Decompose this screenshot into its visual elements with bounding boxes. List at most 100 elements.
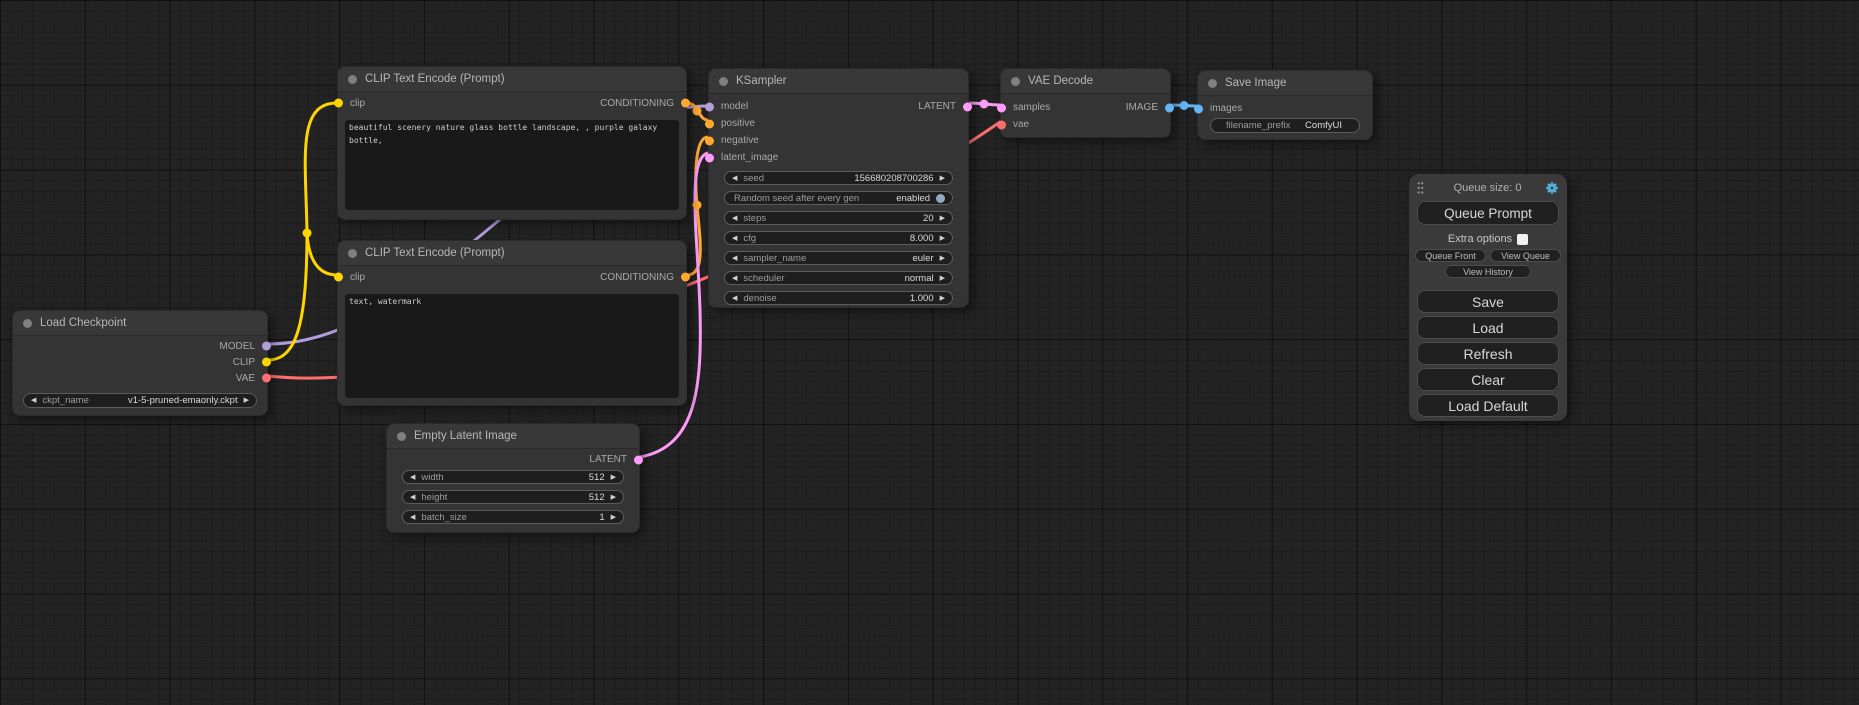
input-port-clip[interactable] xyxy=(334,99,343,108)
view-queue-button[interactable]: View Queue xyxy=(1490,249,1561,262)
input-label-clip: clip xyxy=(350,272,365,283)
extra-options-checkbox[interactable] xyxy=(1517,234,1528,245)
collapse-dot-icon[interactable] xyxy=(348,249,357,258)
input-port-latent-image[interactable] xyxy=(705,153,714,162)
decrement-arrow-icon[interactable]: ◀ xyxy=(410,494,415,501)
decrement-arrow-icon[interactable]: ◀ xyxy=(732,235,737,242)
widget-filename-prefix[interactable]: filename_prefix ComfyUI xyxy=(1210,118,1360,133)
output-port-vae[interactable] xyxy=(262,374,271,383)
widget-denoise[interactable]: ◀ denoise 1.000 ▶ xyxy=(724,291,953,305)
widget-batch-size[interactable]: ◀ batch_size 1 ▶ xyxy=(402,510,624,524)
node-load-checkpoint[interactable]: Load Checkpoint MODEL CLIP VAE ◀ ckpt_na… xyxy=(12,310,268,416)
increment-arrow-icon[interactable]: ▶ xyxy=(940,175,945,182)
input-port-vae[interactable] xyxy=(997,120,1006,129)
widget-value: euler xyxy=(912,253,933,264)
widget-label: sampler_name xyxy=(743,253,912,264)
widget-label: width xyxy=(421,472,588,483)
queue-front-button[interactable]: Queue Front xyxy=(1415,249,1486,262)
node-ksampler[interactable]: KSampler model LATENT positive negative … xyxy=(708,68,969,308)
node-save-image[interactable]: Save Image images filename_prefix ComfyU… xyxy=(1197,70,1373,140)
increment-arrow-icon[interactable]: ▶ xyxy=(940,235,945,242)
input-port-images[interactable] xyxy=(1194,104,1203,113)
widget-height[interactable]: ◀ height 512 ▶ xyxy=(402,490,624,504)
node-title-bar[interactable]: VAE Decode xyxy=(1001,69,1170,94)
widget-seed[interactable]: ◀ seed 156680208700286 ▶ xyxy=(724,171,953,185)
decrement-arrow-icon[interactable]: ◀ xyxy=(410,474,415,481)
increment-arrow-icon[interactable]: ▶ xyxy=(940,215,945,222)
output-label-image: IMAGE xyxy=(1126,102,1158,113)
widget-label: denoise xyxy=(743,293,909,304)
widget-ckpt-name[interactable]: ◀ ckpt_name v1-5-pruned-emaonly.ckpt ▶ xyxy=(23,393,257,408)
clear-button[interactable]: Clear xyxy=(1417,368,1559,391)
load-button[interactable]: Load xyxy=(1417,316,1559,339)
decrement-arrow-icon[interactable]: ◀ xyxy=(732,255,737,262)
increment-arrow-icon[interactable]: ▶ xyxy=(611,514,616,521)
input-label-positive: positive xyxy=(721,118,755,129)
widget-cfg[interactable]: ◀ cfg 8.000 ▶ xyxy=(724,231,953,245)
save-button[interactable]: Save xyxy=(1417,290,1559,313)
output-port-image[interactable] xyxy=(1165,103,1174,112)
node-title-bar[interactable]: Load Checkpoint xyxy=(13,311,267,336)
output-port-conditioning[interactable] xyxy=(681,273,690,282)
widget-value: 512 xyxy=(589,472,605,483)
refresh-button[interactable]: Refresh xyxy=(1417,342,1559,365)
node-clip-text-encode-positive[interactable]: CLIP Text Encode (Prompt) clip CONDITION… xyxy=(337,66,687,220)
widget-scheduler[interactable]: ◀ scheduler normal ▶ xyxy=(724,271,953,285)
collapse-dot-icon[interactable] xyxy=(1208,79,1217,88)
output-label-model: MODEL xyxy=(219,341,255,352)
output-port-latent[interactable] xyxy=(963,102,972,111)
output-port-latent[interactable] xyxy=(634,455,643,464)
collapse-dot-icon[interactable] xyxy=(719,77,728,86)
link-clip-trunk xyxy=(268,233,307,360)
input-port-samples[interactable] xyxy=(997,103,1006,112)
output-port-model[interactable] xyxy=(262,342,271,351)
widget-sampler-name[interactable]: ◀ sampler_name euler ▶ xyxy=(724,251,953,265)
widget-label: Random seed after every gen xyxy=(734,193,896,204)
decrement-arrow-icon[interactable]: ◀ xyxy=(732,275,737,282)
widget-value: v1-5-pruned-emaonly.ckpt xyxy=(128,395,238,406)
output-port-clip[interactable] xyxy=(262,358,271,367)
widget-value: 156680208700286 xyxy=(854,173,933,184)
node-title: Empty Latent Image xyxy=(414,430,517,442)
widget-width[interactable]: ◀ width 512 ▶ xyxy=(402,470,624,484)
increment-arrow-icon[interactable]: ▶ xyxy=(940,255,945,262)
prompt-text-input[interactable]: beautiful scenery nature glass bottle la… xyxy=(345,120,679,210)
prompt-text-input[interactable]: text, watermark xyxy=(345,294,679,398)
node-title-bar[interactable]: CLIP Text Encode (Prompt) xyxy=(338,241,686,266)
collapse-dot-icon[interactable] xyxy=(1011,77,1020,86)
link-clip-to-negative-encoder xyxy=(307,233,337,275)
queue-prompt-button[interactable]: Queue Prompt xyxy=(1417,201,1559,225)
load-default-button[interactable]: Load Default xyxy=(1417,394,1559,417)
input-port-clip[interactable] xyxy=(334,273,343,282)
collapse-dot-icon[interactable] xyxy=(397,432,406,441)
input-port-negative[interactable] xyxy=(705,136,714,145)
collapse-dot-icon[interactable] xyxy=(23,319,32,328)
decrement-arrow-icon[interactable]: ◀ xyxy=(732,175,737,182)
node-title-bar[interactable]: KSampler xyxy=(709,69,968,94)
view-history-button[interactable]: View History xyxy=(1445,265,1531,278)
node-empty-latent-image[interactable]: Empty Latent Image LATENT ◀ width 512 ▶ … xyxy=(386,423,640,533)
widget-random-seed-toggle[interactable]: Random seed after every gen enabled xyxy=(724,191,953,205)
input-port-positive[interactable] xyxy=(705,119,714,128)
increment-arrow-icon[interactable]: ▶ xyxy=(940,275,945,282)
node-title-bar[interactable]: CLIP Text Encode (Prompt) xyxy=(338,67,686,92)
increment-arrow-icon[interactable]: ▶ xyxy=(611,494,616,501)
increment-arrow-icon[interactable]: ▶ xyxy=(940,295,945,302)
decrement-arrow-icon[interactable]: ◀ xyxy=(31,397,36,404)
node-title-bar[interactable]: Empty Latent Image xyxy=(387,424,639,449)
increment-arrow-icon[interactable]: ▶ xyxy=(244,397,249,404)
decrement-arrow-icon[interactable]: ◀ xyxy=(732,295,737,302)
settings-gear-icon[interactable] xyxy=(1545,181,1559,195)
output-port-conditioning[interactable] xyxy=(681,99,690,108)
input-port-model[interactable] xyxy=(705,102,714,111)
widget-steps[interactable]: ◀ steps 20 ▶ xyxy=(724,211,953,225)
collapse-dot-icon[interactable] xyxy=(348,75,357,84)
drag-handle-icon[interactable] xyxy=(1417,181,1424,195)
node-vae-decode[interactable]: VAE Decode samples IMAGE vae xyxy=(1000,68,1171,138)
decrement-arrow-icon[interactable]: ◀ xyxy=(410,514,415,521)
node-clip-text-encode-negative[interactable]: CLIP Text Encode (Prompt) clip CONDITION… xyxy=(337,240,687,406)
increment-arrow-icon[interactable]: ▶ xyxy=(611,474,616,481)
toggle-knob-icon[interactable] xyxy=(936,194,945,203)
node-title-bar[interactable]: Save Image xyxy=(1198,71,1372,96)
decrement-arrow-icon[interactable]: ◀ xyxy=(732,215,737,222)
